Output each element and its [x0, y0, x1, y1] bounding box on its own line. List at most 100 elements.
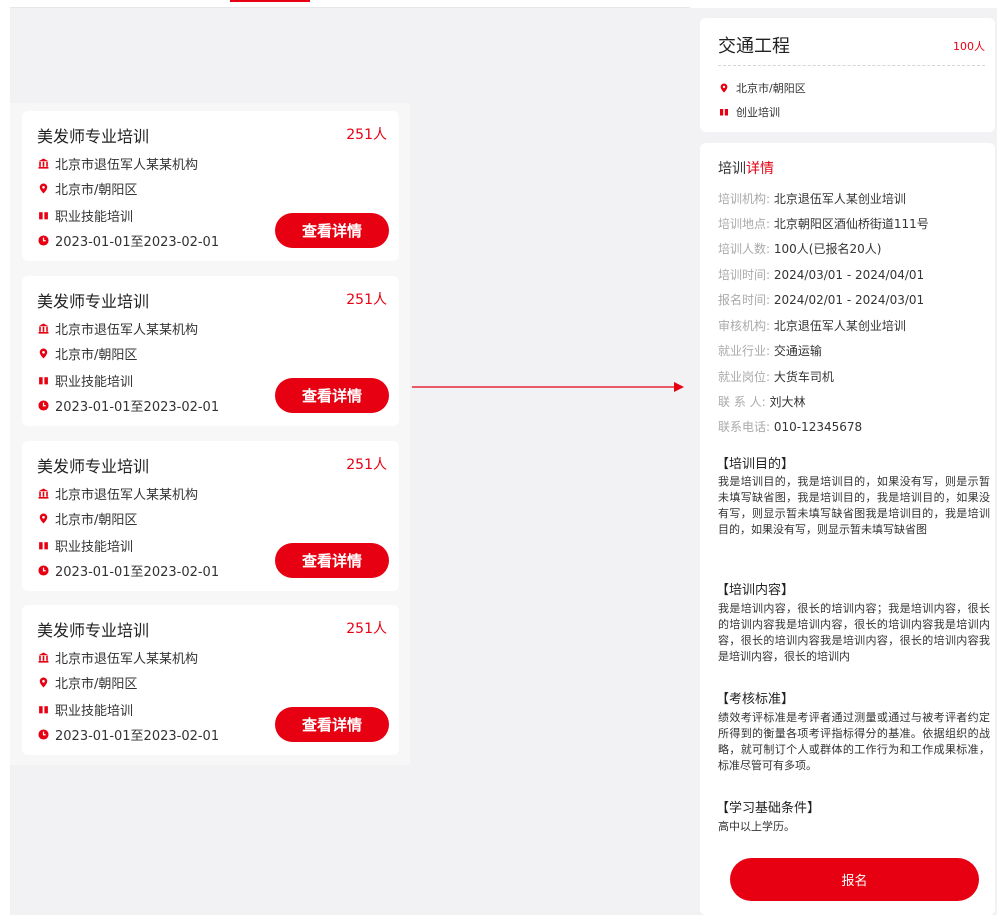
section-body: 绩效考评标准是考评者通过测量或通过与被考评者约定所得到的衡量各项考评指标得分的基…: [718, 711, 990, 772]
card-location-text: 北京市/朝阳区: [55, 676, 138, 692]
card-org: 北京市退伍军人某某机构: [37, 484, 199, 503]
detail-field: 联 系 人: 刘大林: [718, 393, 806, 410]
training-card[interactable]: 美发师专业培训 251人 北京市退伍军人某某机构 北京市/朝阳区 职业技能培训 …: [22, 441, 399, 591]
category-tag-icon: [718, 106, 730, 118]
card-title: 美发师专业培训: [37, 621, 150, 640]
card-title: 美发师专业培训: [37, 292, 150, 311]
institution-icon: [37, 651, 49, 663]
category-tag-icon: [37, 539, 49, 551]
category-tag-icon: [37, 209, 49, 221]
card-category: 职业技能培训: [37, 206, 134, 225]
card-title: 美发师专业培训: [37, 457, 150, 476]
clock-icon: [37, 728, 49, 740]
section-body: 我是培训目的，我是培训目的，如果没有写，则是示暂未填写缺省图，我是培训目的，我是…: [718, 475, 990, 536]
card-org-text: 北京市退伍军人某某机构: [55, 487, 199, 503]
detail-field: 审核机构: 北京退伍军人某创业培训: [718, 317, 906, 334]
card-category-text: 职业技能培训: [55, 209, 134, 225]
section-body: 高中以上学历。: [718, 820, 795, 833]
clock-icon: [37, 564, 49, 576]
detail-field: 培训人数: 100人(已报名20人): [718, 240, 881, 257]
summary-card: 交通工程 100人 北京市/朝阳区 创业培训: [700, 18, 995, 132]
card-count: 251人: [346, 292, 387, 308]
section-title: 【考核标准】: [716, 692, 795, 707]
card-category: 职业技能培训: [37, 371, 134, 390]
detail-field: 就业行业: 交通运输: [718, 342, 822, 359]
detail-field-value: 刘大林: [769, 395, 806, 409]
card-count: 251人: [346, 621, 387, 637]
card-category-text: 职业技能培训: [55, 703, 134, 719]
location-pin-icon: [37, 676, 49, 688]
detail-field-value: 100人(已报名20人): [773, 242, 882, 256]
card-count: 251人: [346, 127, 387, 143]
detail-heading-accent: 详情: [746, 161, 774, 177]
arrow-right-icon: [412, 382, 684, 392]
summary-location-text: 北京市/朝阳区: [736, 82, 806, 95]
card-date-text: 2023-01-01至2023-02-01: [55, 564, 220, 580]
card-date-text: 2023-01-01至2023-02-01: [55, 399, 220, 415]
detail-field-value: 北京退伍军人某创业培训: [773, 319, 906, 333]
summary-title: 交通工程: [718, 36, 790, 57]
card-category-text: 职业技能培训: [55, 374, 134, 390]
clock-icon: [37, 399, 49, 411]
card-org-text: 北京市退伍军人某某机构: [55, 651, 199, 667]
card-title: 美发师专业培训: [37, 127, 150, 146]
institution-icon: [37, 487, 49, 499]
detail-field-label: 联系电话:: [718, 420, 771, 434]
detail-field-label: 报名时间:: [718, 293, 771, 307]
detail-field: 培训机构: 北京退伍军人某创业培训: [718, 190, 906, 207]
detail-heading-plain: 培训: [718, 161, 746, 177]
training-detail-panel: 培训详情 培训机构: 北京退伍军人某创业培训 培训地点: 北京朝阳区酒仙桥街道11…: [700, 143, 995, 915]
view-details-button[interactable]: 查看详情: [275, 213, 389, 248]
card-location-text: 北京市/朝阳区: [55, 512, 138, 528]
category-tag-icon: [37, 703, 49, 715]
clock-icon: [37, 234, 49, 246]
card-location: 北京市/朝阳区: [37, 673, 138, 692]
detail-field: 培训地点: 北京朝阳区酒仙桥街道111号: [718, 215, 929, 232]
detail-field: 培训时间: 2024/03/01 - 2024/04/01: [718, 266, 924, 283]
card-org: 北京市退伍军人某某机构: [37, 648, 199, 667]
training-card[interactable]: 美发师专业培训 251人 北京市退伍军人某某机构 北京市/朝阳区 职业技能培训 …: [22, 276, 399, 426]
detail-field-value: 大货车司机: [773, 370, 834, 384]
detail-field: 报名时间: 2024/02/01 - 2024/03/01: [718, 291, 924, 308]
detail-field-value: 北京朝阳区酒仙桥街道111号: [773, 217, 929, 231]
card-date: 2023-01-01至2023-02-01: [37, 725, 220, 744]
detail-field-value: 交通运输: [773, 344, 822, 358]
detail-field-value: 北京退伍军人某创业培训: [773, 192, 906, 206]
location-pin-icon: [37, 182, 49, 194]
detail-field-label: 就业行业:: [718, 344, 771, 358]
card-location: 北京市/朝阳区: [37, 179, 137, 198]
card-org-text: 北京市退伍军人某某机构: [55, 322, 199, 338]
section-title: 【学习基础条件】: [716, 801, 821, 816]
card-org-text: 北京市退伍军人某某机构: [55, 157, 199, 173]
detail-heading: 培训详情: [718, 158, 774, 178]
category-tag-icon: [37, 374, 49, 386]
detail-field-value: 2024/02/01 - 2024/03/01: [773, 293, 925, 307]
card-location: 北京市/朝阳区: [37, 509, 138, 528]
signup-button[interactable]: 报名: [730, 858, 979, 901]
card-date-text: 2023-01-01至2023-02-01: [55, 234, 220, 250]
summary-count: 100人: [953, 40, 985, 53]
card-date: 2023-01-01至2023-02-01: [37, 231, 220, 250]
card-date-text: 2023-01-01至2023-02-01: [55, 728, 220, 744]
card-location: 北京市/朝阳区: [37, 344, 137, 363]
detail-field-label: 培训人数:: [718, 242, 771, 256]
summary-location: 北京市/朝阳区: [718, 80, 806, 96]
top-bar-accent: [230, 0, 310, 2]
training-card[interactable]: 美发师专业培训 251人 北京市退伍军人某某机构 北京市/朝阳区 职业技能培训 …: [22, 605, 399, 755]
detail-field-label: 就业岗位:: [718, 370, 771, 384]
card-org: 北京市退伍军人某某机构: [37, 154, 199, 173]
view-details-button[interactable]: 查看详情: [275, 707, 389, 742]
detail-field-label: 培训机构:: [718, 192, 771, 206]
summary-category: 创业培训: [718, 104, 780, 120]
institution-icon: [37, 322, 49, 334]
card-category: 职业技能培训: [37, 700, 134, 719]
location-pin-icon: [718, 82, 730, 94]
top-bar: [10, 0, 690, 8]
detail-field-label: 培训时间:: [718, 268, 771, 282]
view-details-button[interactable]: 查看详情: [275, 378, 389, 413]
training-card[interactable]: 美发师专业培训 251人 北京市退伍军人某某机构 北京市/朝阳区 职业技能培训 …: [22, 111, 399, 261]
card-date: 2023-01-01至2023-02-01: [37, 396, 220, 415]
section-title: 【培训内容】: [716, 583, 795, 598]
card-date: 2023-01-01至2023-02-01: [37, 561, 220, 580]
view-details-button[interactable]: 查看详情: [275, 543, 389, 578]
